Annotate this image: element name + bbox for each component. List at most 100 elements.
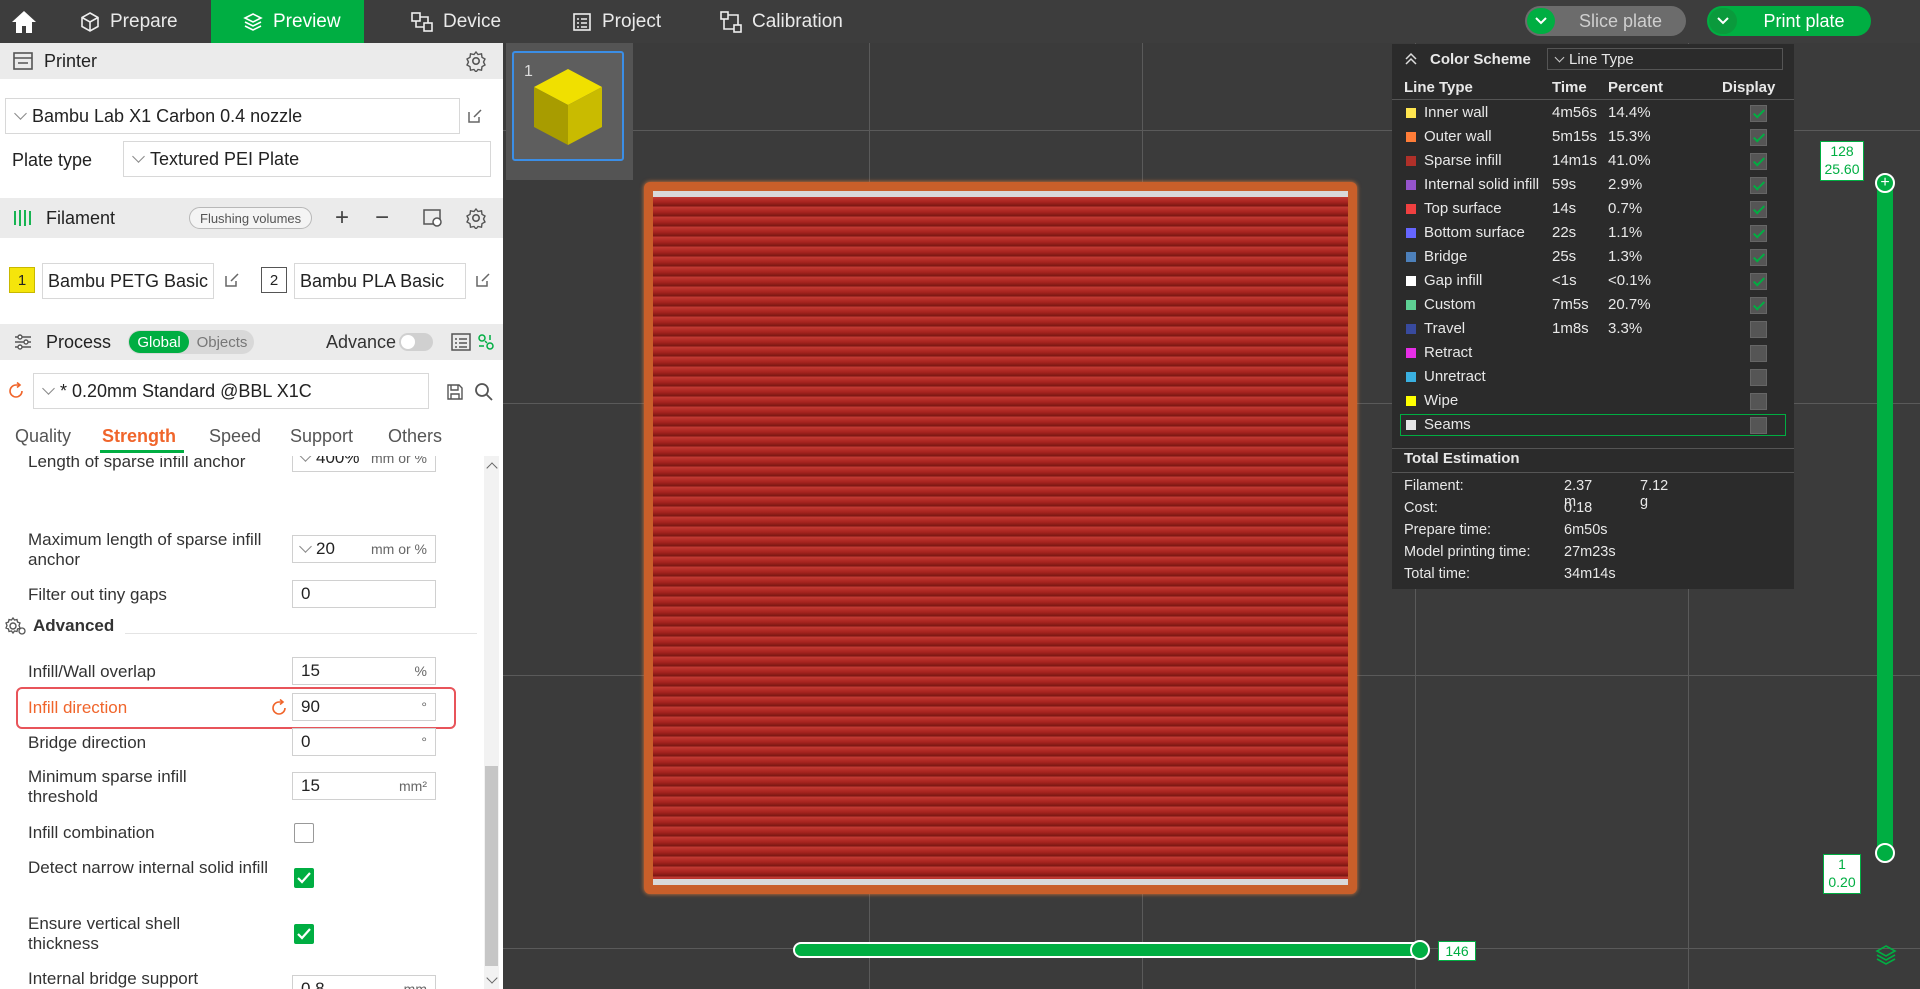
vertical-shell-checkbox[interactable] [294, 924, 314, 944]
legend-row[interactable]: Sparse infill 14m1s 41.0% [1392, 150, 1794, 172]
sliced-model-preview[interactable] [644, 182, 1357, 894]
filament-2-swatch[interactable]: 2 [261, 267, 287, 293]
legend-row[interactable]: Outer wall 5m15s 15.3% [1392, 126, 1794, 148]
advance-switch[interactable] [399, 333, 433, 351]
tab-strength[interactable]: Strength [102, 426, 176, 447]
process-list-button[interactable] [450, 331, 472, 353]
legend-row[interactable]: Gap infill <1s <0.1% [1392, 270, 1794, 292]
legend-display-checkbox[interactable] [1750, 345, 1767, 362]
overlap-input[interactable]: 15% [292, 657, 436, 685]
tab-calibration[interactable]: Calibration [720, 0, 860, 43]
tab-others[interactable]: Others [388, 426, 442, 447]
scroll-up-arrow[interactable] [486, 462, 498, 474]
narrow-infill-checkbox[interactable] [294, 868, 314, 888]
process-preset-value: * 0.20mm Standard @BBL X1C [60, 380, 312, 401]
filament-settings-button[interactable] [464, 206, 488, 230]
flushing-volumes-button[interactable]: Flushing volumes [189, 207, 313, 229]
legend-row[interactable]: Retract [1392, 342, 1794, 364]
legend-item-percent: 20.7% [1608, 296, 1651, 313]
layer-slider-track[interactable] [1877, 181, 1893, 861]
filament-sync-button[interactable] [421, 206, 445, 230]
min-sparse-input[interactable]: 15 mm² [292, 772, 436, 800]
tab-device[interactable]: Device [411, 0, 521, 43]
layer-slider-bottom-handle[interactable] [1875, 843, 1895, 863]
legend-display-checkbox[interactable] [1750, 177, 1767, 194]
bottom-layer-label: 1 0.20 [1823, 854, 1861, 894]
infill-combination-checkbox[interactable] [294, 823, 314, 843]
legend-display-checkbox[interactable] [1750, 297, 1767, 314]
filament-1-name: Bambu PETG Basic [48, 270, 209, 291]
slice-plate-button[interactable]: Slice plate [1525, 6, 1686, 36]
scrollbar-thumb[interactable] [485, 766, 498, 966]
layers-toggle-button[interactable] [1873, 942, 1899, 968]
overlap-unit: % [414, 663, 427, 679]
tab-support[interactable]: Support [290, 426, 353, 447]
legend-row[interactable]: Internal solid infill 59s 2.9% [1392, 174, 1794, 196]
tab-preview[interactable]: Preview [211, 0, 364, 43]
slice-dropdown-toggle[interactable] [1527, 8, 1555, 34]
add-filament-button[interactable]: + [330, 204, 354, 231]
print-dropdown-toggle[interactable] [1709, 8, 1737, 34]
settings-scrollbar[interactable] [484, 456, 499, 989]
global-objects-toggle[interactable]: Global Objects [128, 330, 254, 354]
printer-select[interactable]: Bambu Lab X1 Carbon 0.4 nozzle [5, 98, 460, 134]
bridge-direction-input[interactable]: 0 ° [292, 728, 436, 756]
legend-row[interactable]: Bridge 25s 1.3% [1392, 246, 1794, 268]
legend-display-checkbox[interactable] [1750, 105, 1767, 122]
legend-row[interactable]: Bottom surface 22s 1.1% [1392, 222, 1794, 244]
filament-2-select[interactable]: Bambu PLA Basic [294, 263, 466, 299]
filament-1-swatch[interactable]: 1 [9, 267, 35, 293]
search-settings-button[interactable] [472, 380, 496, 404]
legend-display-checkbox[interactable] [1750, 369, 1767, 386]
legend-row[interactable]: Unretract [1392, 366, 1794, 388]
collapse-icon[interactable] [1404, 52, 1418, 66]
legend-row[interactable]: Inner wall 4m56s 14.4% [1392, 102, 1794, 124]
legend-display-checkbox[interactable] [1750, 201, 1767, 218]
legend-display-checkbox[interactable] [1750, 153, 1767, 170]
edit-printer-button[interactable] [462, 103, 488, 129]
save-preset-button[interactable] [443, 380, 467, 404]
reset-infill-direction-button[interactable] [269, 698, 289, 718]
legend-display-checkbox[interactable] [1750, 273, 1767, 290]
legend-display-checkbox[interactable] [1750, 417, 1767, 434]
legend-row[interactable]: Travel 1m8s 3.3% [1392, 318, 1794, 340]
plate-type-select[interactable]: Textured PEI Plate [123, 141, 491, 177]
max-anchor-input[interactable]: 20 mm or % [292, 535, 436, 563]
move-slider-track[interactable] [793, 942, 1423, 958]
home-button[interactable] [10, 0, 50, 43]
print-plate-button[interactable]: Print plate [1707, 6, 1871, 36]
tiny-gaps-input[interactable]: 0 [292, 580, 436, 608]
tab-speed[interactable]: Speed [209, 426, 261, 447]
reset-preset-button[interactable] [5, 380, 27, 402]
legend-display-checkbox[interactable] [1750, 249, 1767, 266]
move-slider-handle[interactable] [1410, 940, 1430, 960]
tab-project[interactable]: Project [572, 0, 682, 43]
infill-direction-input[interactable]: 90 ° [292, 693, 436, 721]
legend-display-checkbox[interactable] [1750, 225, 1767, 242]
legend-row[interactable]: Seams [1400, 414, 1786, 436]
legend-row[interactable]: Wipe [1392, 390, 1794, 412]
process-preset-select[interactable]: * 0.20mm Standard @BBL X1C [33, 373, 429, 409]
printer-settings-button[interactable] [464, 49, 488, 73]
sparse-anchor-input[interactable]: 400% mm or % [292, 456, 436, 472]
global-toggle-option[interactable]: Global [129, 331, 189, 353]
tab-quality[interactable]: Quality [15, 426, 71, 447]
tab-prepare[interactable]: Prepare [80, 0, 210, 43]
scroll-down-arrow[interactable] [486, 972, 498, 984]
process-compare-button[interactable] [475, 331, 497, 353]
edit-filament-1-button[interactable] [219, 267, 245, 293]
legend-display-checkbox[interactable] [1750, 321, 1767, 338]
objects-toggle-option[interactable]: Objects [192, 331, 252, 353]
legend-display-checkbox[interactable] [1750, 129, 1767, 146]
remove-filament-button[interactable]: − [370, 204, 394, 231]
filament-1-select[interactable]: Bambu PETG Basic [42, 263, 214, 299]
color-scheme-select[interactable]: Line Type [1547, 48, 1783, 70]
legend-row[interactable]: Top surface 14s 0.7% [1392, 198, 1794, 220]
layer-slider-top-handle[interactable]: + [1875, 173, 1895, 193]
plate-thumbnail[interactable]: 1 [512, 51, 624, 161]
bridge-support-input[interactable]: 0.8 mm [292, 975, 436, 989]
legend-row[interactable]: Custom 7m5s 20.7% [1392, 294, 1794, 316]
legend-display-checkbox[interactable] [1750, 393, 1767, 410]
edit-filament-2-button[interactable] [470, 267, 496, 293]
legend-item-name: Gap infill [1424, 272, 1483, 289]
